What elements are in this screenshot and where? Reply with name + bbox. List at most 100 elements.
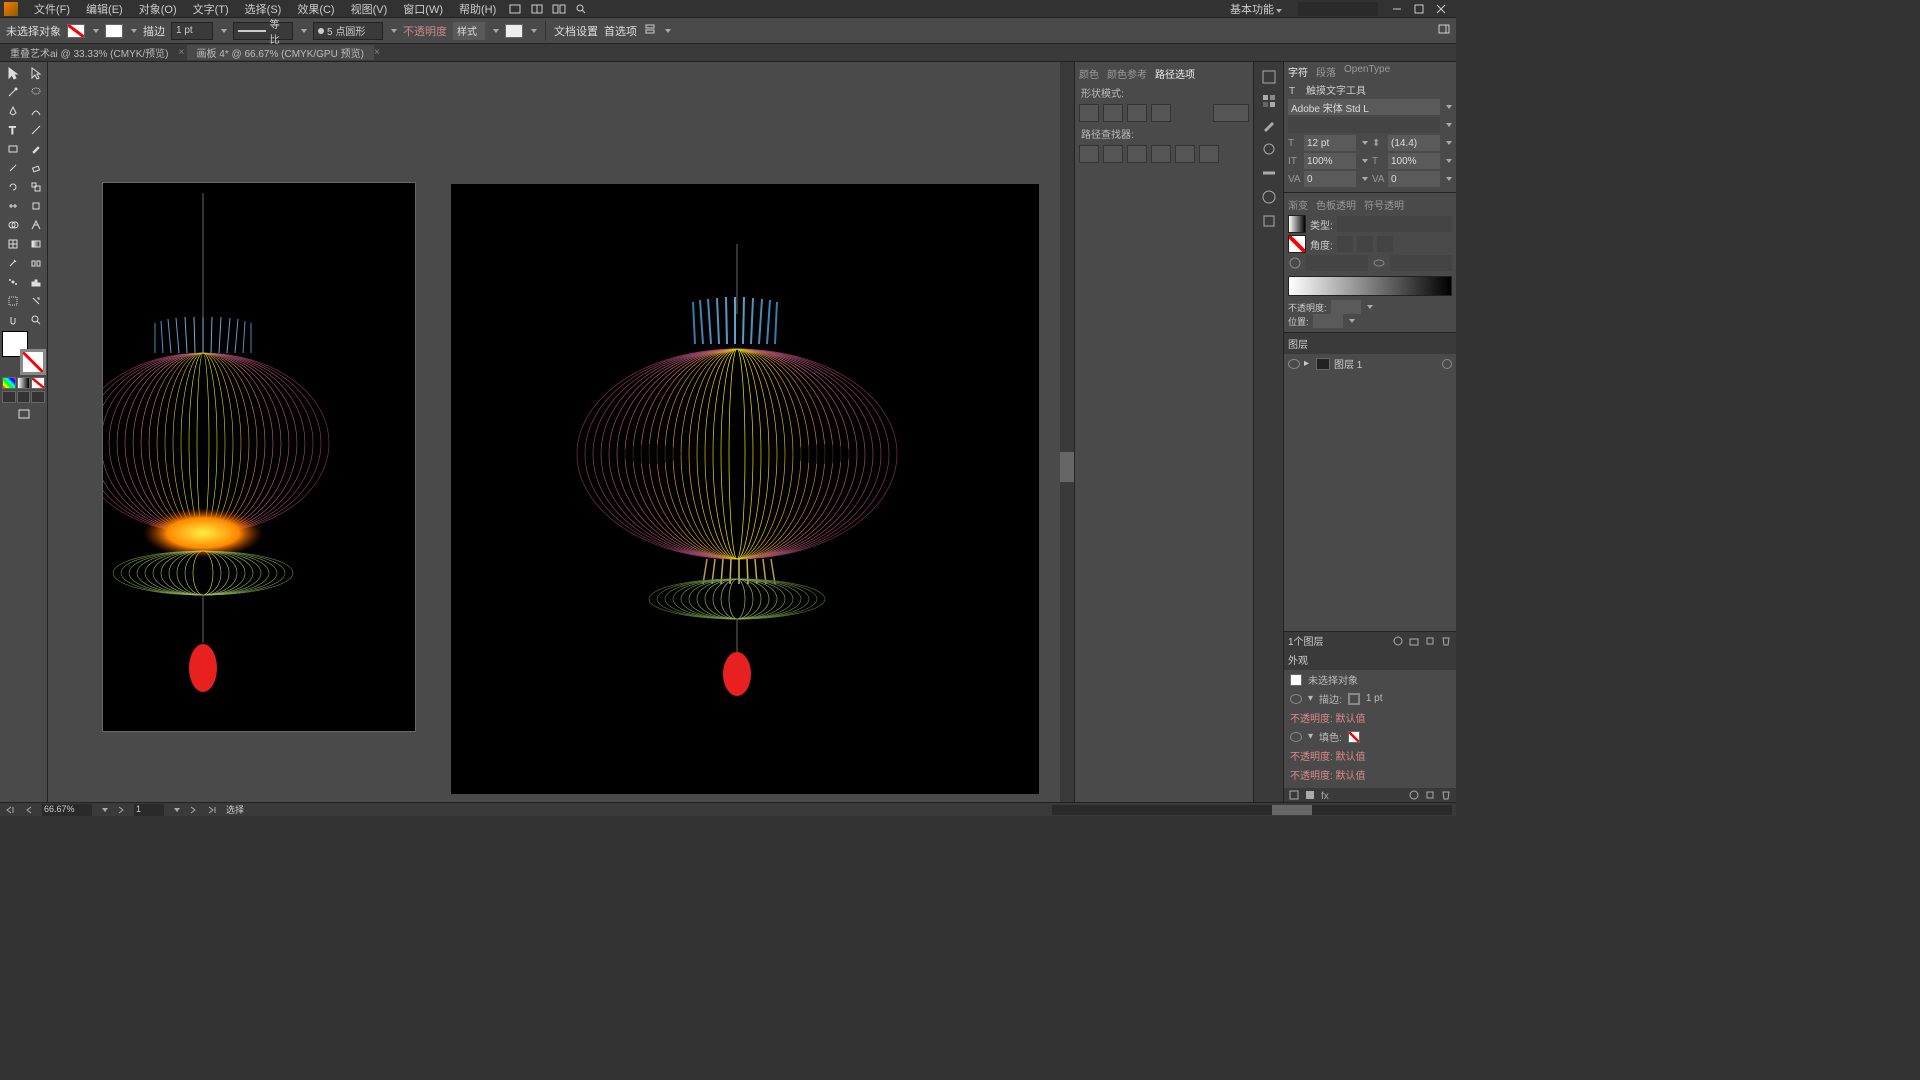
grad-location-input[interactable] — [1313, 314, 1343, 328]
layout2-icon[interactable] — [526, 2, 548, 16]
screen-mode-icon[interactable] — [2, 405, 46, 423]
gradient-slider[interactable] — [1288, 276, 1452, 296]
minus-back-icon[interactable] — [1199, 145, 1219, 163]
minimize-button[interactable] — [1386, 2, 1408, 16]
hand-tool[interactable] — [2, 311, 24, 329]
close-button[interactable] — [1430, 2, 1452, 16]
menu-object[interactable]: 对象(O) — [131, 1, 185, 17]
doc-setup-button[interactable]: 文档设置 — [554, 23, 598, 39]
artboard-nav-field[interactable]: 1 — [134, 804, 164, 816]
menu-window[interactable]: 窗口(W) — [395, 1, 451, 17]
dock-brushes-icon[interactable] — [1258, 114, 1280, 136]
appearance-stroke-row[interactable]: ▾ 描边: 1 pt — [1284, 689, 1456, 708]
stroke-color-icon[interactable] — [1348, 693, 1360, 705]
paintbrush-tool[interactable] — [25, 140, 47, 158]
mesh-tool[interactable] — [2, 235, 24, 253]
blend-tool[interactable] — [25, 254, 47, 272]
symbol-sprayer-tool[interactable] — [2, 273, 24, 291]
brush-dropdown[interactable]: 5 点圆形 — [313, 22, 383, 40]
add-effect-icon[interactable]: fx — [1320, 789, 1332, 801]
crop-icon[interactable] — [1151, 145, 1171, 163]
gradient-preview-swatch[interactable] — [1288, 215, 1306, 233]
unite-icon[interactable] — [1079, 104, 1099, 122]
maximize-button[interactable] — [1408, 2, 1430, 16]
dock-library-icon[interactable] — [1258, 66, 1280, 88]
clear-appearance-icon[interactable] — [1408, 789, 1420, 801]
menu-type[interactable]: 文字(T) — [185, 1, 237, 17]
search-field[interactable] — [1298, 2, 1378, 16]
scale-tool[interactable] — [25, 178, 47, 196]
tab-gradient[interactable]: 渐变 — [1288, 197, 1308, 212]
eyedropper-tool[interactable] — [2, 254, 24, 272]
align-icon[interactable] — [643, 23, 657, 38]
appearance-fill-opacity[interactable]: 不透明度: 默认值 — [1284, 746, 1456, 765]
menu-file[interactable]: 文件(F) — [26, 1, 78, 17]
stroke-color-swatch[interactable] — [20, 349, 46, 375]
gradient-aspect-input[interactable] — [1390, 255, 1452, 271]
locate-icon[interactable] — [1392, 635, 1404, 647]
slice-tool[interactable] — [25, 292, 47, 310]
fill-color-icon[interactable] — [1348, 731, 1360, 743]
new-sublayer-icon[interactable] — [1408, 635, 1420, 647]
delete-layer-icon[interactable] — [1440, 635, 1452, 647]
gradient-stroke-swatch[interactable] — [1288, 235, 1306, 253]
perspective-tool[interactable] — [25, 216, 47, 234]
document-tab-2[interactable]: 画板 4* @ 66.67% (CMYK/GPU 预览) — [187, 45, 374, 60]
dock-symbols-icon[interactable] — [1258, 138, 1280, 160]
eraser-tool[interactable] — [25, 159, 47, 177]
grad-stroke-opt2-icon[interactable] — [1357, 236, 1373, 252]
leading-input[interactable]: (14.4) — [1388, 135, 1440, 151]
prev-artboard-icon[interactable] — [24, 805, 34, 815]
tab-path-options[interactable]: 路径选项 — [1155, 66, 1195, 81]
zoom-field[interactable]: 66.67% — [42, 804, 92, 816]
search-icon[interactable] — [570, 2, 592, 16]
layer-visibility-icon[interactable] — [1288, 359, 1300, 369]
menu-effect[interactable]: 效果(C) — [289, 1, 342, 17]
appearance-opacity-row[interactable]: 不透明度: 默认值 — [1284, 765, 1456, 784]
expand-button[interactable] — [1213, 104, 1249, 122]
duplicate-item-icon[interactable] — [1424, 789, 1436, 801]
grad-stroke-opt3-icon[interactable] — [1377, 236, 1393, 252]
draw-normal-icon[interactable] — [2, 391, 16, 403]
grad-opacity-input[interactable] — [1331, 300, 1361, 314]
menu-edit[interactable]: 编辑(E) — [78, 1, 131, 17]
hscale-input[interactable]: 100% — [1388, 153, 1440, 169]
dock-gradient-icon[interactable] — [1258, 186, 1280, 208]
tab-symbols[interactable]: 符号透明 — [1364, 197, 1404, 212]
tab-opentype[interactable]: OpenType — [1344, 64, 1390, 79]
opacity-button[interactable]: 不透明度 — [403, 23, 447, 39]
stroke-weight-dropdown[interactable]: 1 pt — [171, 22, 213, 40]
appearance-stroke-opacity[interactable]: 不透明度: 默认值 — [1284, 708, 1456, 727]
zoom-tool[interactable] — [25, 311, 47, 329]
rotate-tool[interactable] — [2, 178, 24, 196]
color-mode-icon[interactable] — [2, 377, 16, 389]
panel-toggle-icon[interactable] — [1438, 24, 1450, 37]
layer-row-1[interactable]: ▸ 图层 1 — [1284, 354, 1456, 373]
tab-color-guide[interactable]: 颜色参考 — [1107, 66, 1147, 81]
style-swatch[interactable] — [505, 24, 523, 38]
document-tab-1[interactable]: 重叠艺术ai @ 33.33% (CMYK/预览) — [0, 45, 179, 60]
font-family-dropdown[interactable]: Adobe 宋体 Std L — [1288, 99, 1440, 115]
arrange-icon[interactable] — [548, 2, 570, 16]
touch-type-button[interactable]: T 触摸文字工具 — [1284, 81, 1456, 98]
outline-icon[interactable] — [1175, 145, 1195, 163]
appearance-tab[interactable]: 外观 — [1284, 649, 1456, 670]
direct-selection-tool[interactable] — [25, 64, 47, 82]
kerning-input[interactable]: 0 — [1304, 171, 1356, 187]
stroke-style-dropdown[interactable]: 等比 — [233, 22, 293, 40]
shape-builder-tool[interactable] — [2, 216, 24, 234]
workspace-switcher[interactable]: 基本功能 — [1222, 1, 1290, 17]
menu-help[interactable]: 帮助(H) — [451, 1, 504, 17]
fill-swatch[interactable] — [67, 24, 85, 38]
none-mode-icon[interactable] — [31, 377, 45, 389]
stroke-swatch[interactable] — [105, 24, 123, 38]
gradient-type-dropdown[interactable] — [1337, 216, 1452, 232]
free-transform-tool[interactable] — [25, 197, 47, 215]
menu-select[interactable]: 选择(S) — [237, 1, 290, 17]
dock-stroke-icon[interactable] — [1258, 162, 1280, 184]
layer-name[interactable]: 图层 1 — [1334, 356, 1362, 371]
next-artboard-icon-2[interactable] — [188, 805, 198, 815]
menu-view[interactable]: 视图(V) — [343, 1, 396, 17]
width-tool[interactable] — [2, 197, 24, 215]
merge-icon[interactable] — [1127, 145, 1147, 163]
